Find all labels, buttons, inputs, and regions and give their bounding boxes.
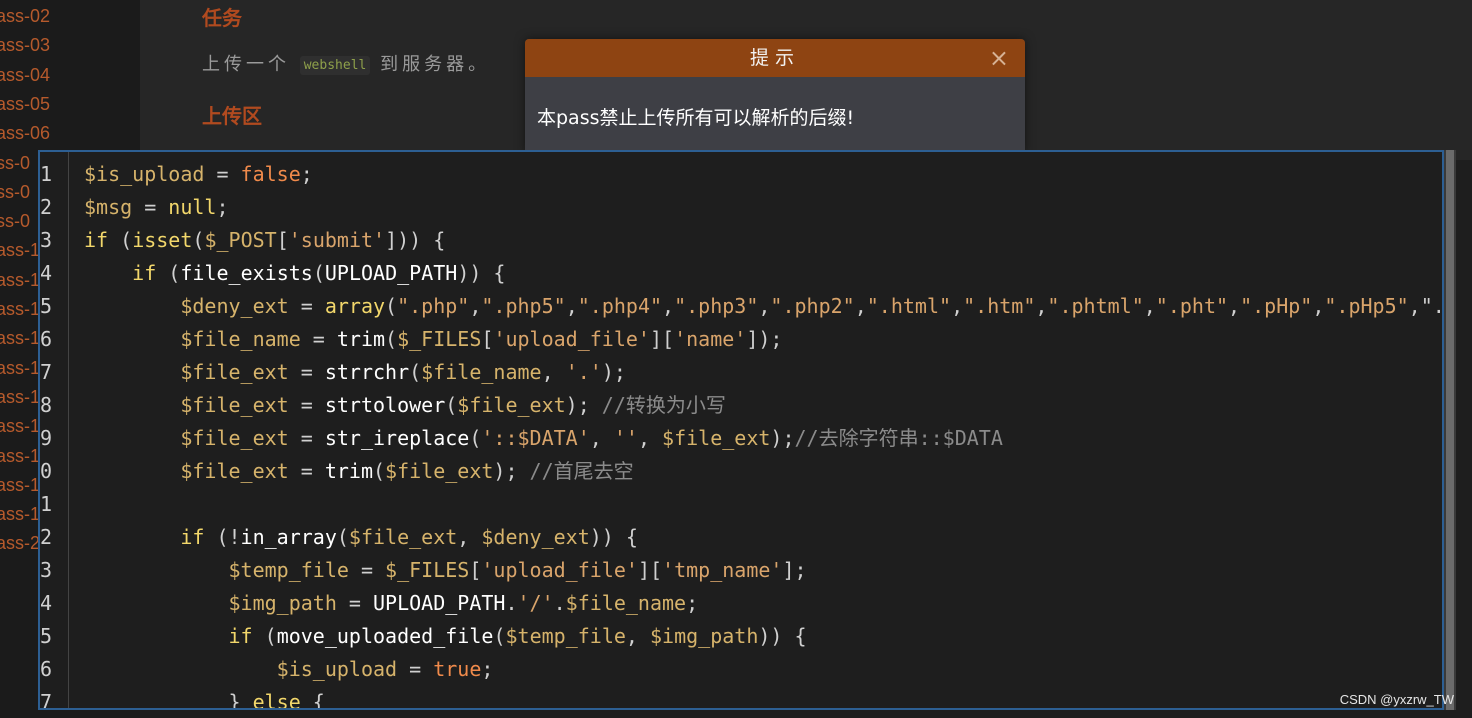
code-line: $is_upload = false; (84, 162, 313, 186)
sidebar-item[interactable]: ass-04 (0, 61, 50, 90)
line-number: 7 (40, 690, 53, 710)
code-line: $file_ext = strrchr($file_name, '.'); (180, 360, 626, 384)
code-line: $deny_ext = array(".php",".php5",".php4"… (180, 294, 1444, 318)
sidebar-item[interactable]: ass-06 (0, 119, 50, 148)
sidebar-item[interactable]: ass-1 (0, 324, 40, 353)
sidebar-item[interactable]: ass-1 (0, 442, 40, 471)
code-line: if (isset($_POST['submit'])) { (84, 228, 446, 252)
line-number: 2 (40, 525, 53, 549)
sidebar-item[interactable]: ass-1 (0, 266, 40, 295)
line-number: 0 (40, 459, 53, 483)
line-number: 4 (40, 591, 53, 615)
line-number: 5 (40, 294, 53, 318)
line-number: 7 (40, 360, 53, 384)
line-number: 1 (40, 162, 53, 186)
dialog-header: 提示 × (525, 39, 1025, 77)
hint-dialog: 提示 × 本pass禁止上传所有可以解析的后缀! (525, 39, 1025, 153)
code-line: $is_upload = true; (276, 657, 494, 681)
sidebar-item[interactable]: ass-1 (0, 500, 40, 529)
code-line: $file_ext = str_ireplace('::$DATA', '', … (180, 426, 1003, 450)
code-line: $file_ext = trim($file_ext); //首尾去空 (180, 459, 634, 483)
sidebar-item[interactable]: ass-02 (0, 2, 50, 31)
gutter-divider (68, 152, 69, 708)
code-line: $msg = null; (84, 195, 229, 219)
line-number: 3 (40, 558, 53, 582)
code-line: } else { (84, 690, 325, 710)
code-line: if (!in_array($file_ext, $deny_ext)) { (180, 525, 638, 549)
sidebar-item[interactable]: ass-1 (0, 383, 40, 412)
dialog-title: 提示 (749, 47, 800, 69)
sidebar-item[interactable]: ass-1 (0, 354, 40, 383)
dialog-message: 本pass禁止上传所有可以解析的后缀! (537, 107, 855, 129)
line-number: 5 (40, 624, 53, 648)
code-line: $img_path = UPLOAD_PATH.'/'.$file_name; (228, 591, 699, 615)
line-number: 6 (40, 657, 53, 681)
code-line: $file_name = trim($_FILES['upload_file']… (180, 327, 783, 351)
line-number: 8 (40, 393, 53, 417)
task-code: webshell (299, 55, 371, 75)
sidebar-item[interactable]: ass-05 (0, 90, 50, 119)
line-number: 1 (40, 492, 53, 516)
code-line: if (move_uploaded_file($temp_file, $img_… (228, 624, 807, 648)
sidebar-item[interactable]: ass-1 (0, 412, 40, 441)
sidebar-item[interactable]: ss-0 (0, 149, 30, 178)
task-text-before: 上传一个 (202, 54, 290, 75)
task-title: 任务 (202, 6, 242, 30)
sidebar-item[interactable]: ass-1 (0, 236, 40, 265)
line-number: 6 (40, 327, 53, 351)
vertical-scrollbar[interactable] (1444, 150, 1456, 710)
code-viewer: 1 2 3 4 5 6 7 8 9 0 1 2 3 4 5 6 7 $is_upload = false; $ms… (38, 150, 1444, 710)
code-line: $file_ext = strtolower($file_ext); //转换为… (180, 393, 726, 417)
line-number: 9 (40, 426, 53, 450)
sidebar-item[interactable]: ass-03 (0, 31, 50, 60)
line-number: 4 (40, 261, 53, 285)
scroll-thumb[interactable] (1446, 150, 1454, 710)
task-text-after: 到服务器。 (380, 54, 491, 75)
close-icon[interactable]: × (989, 39, 1009, 77)
line-number: 2 (40, 195, 53, 219)
upload-area-title: 上传区 (202, 104, 262, 128)
sidebar-item[interactable]: ss-0 (0, 207, 30, 236)
sidebar-item[interactable]: ass-2 (0, 529, 40, 558)
sidebar-item[interactable]: ass-1 (0, 295, 40, 324)
watermark: CSDN @yxzrw_TW (1339, 692, 1454, 707)
sidebar-item[interactable]: ass-1 (0, 471, 40, 500)
code-line: if (file_exists(UPLOAD_PATH)) { (132, 261, 506, 285)
task-description: 上传一个 webshell 到服务器。 (202, 50, 490, 76)
code-line: $temp_file = $_FILES['upload_file']['tmp… (228, 558, 807, 582)
line-number: 3 (40, 228, 53, 252)
sidebar-item[interactable]: ss-0 (0, 178, 30, 207)
